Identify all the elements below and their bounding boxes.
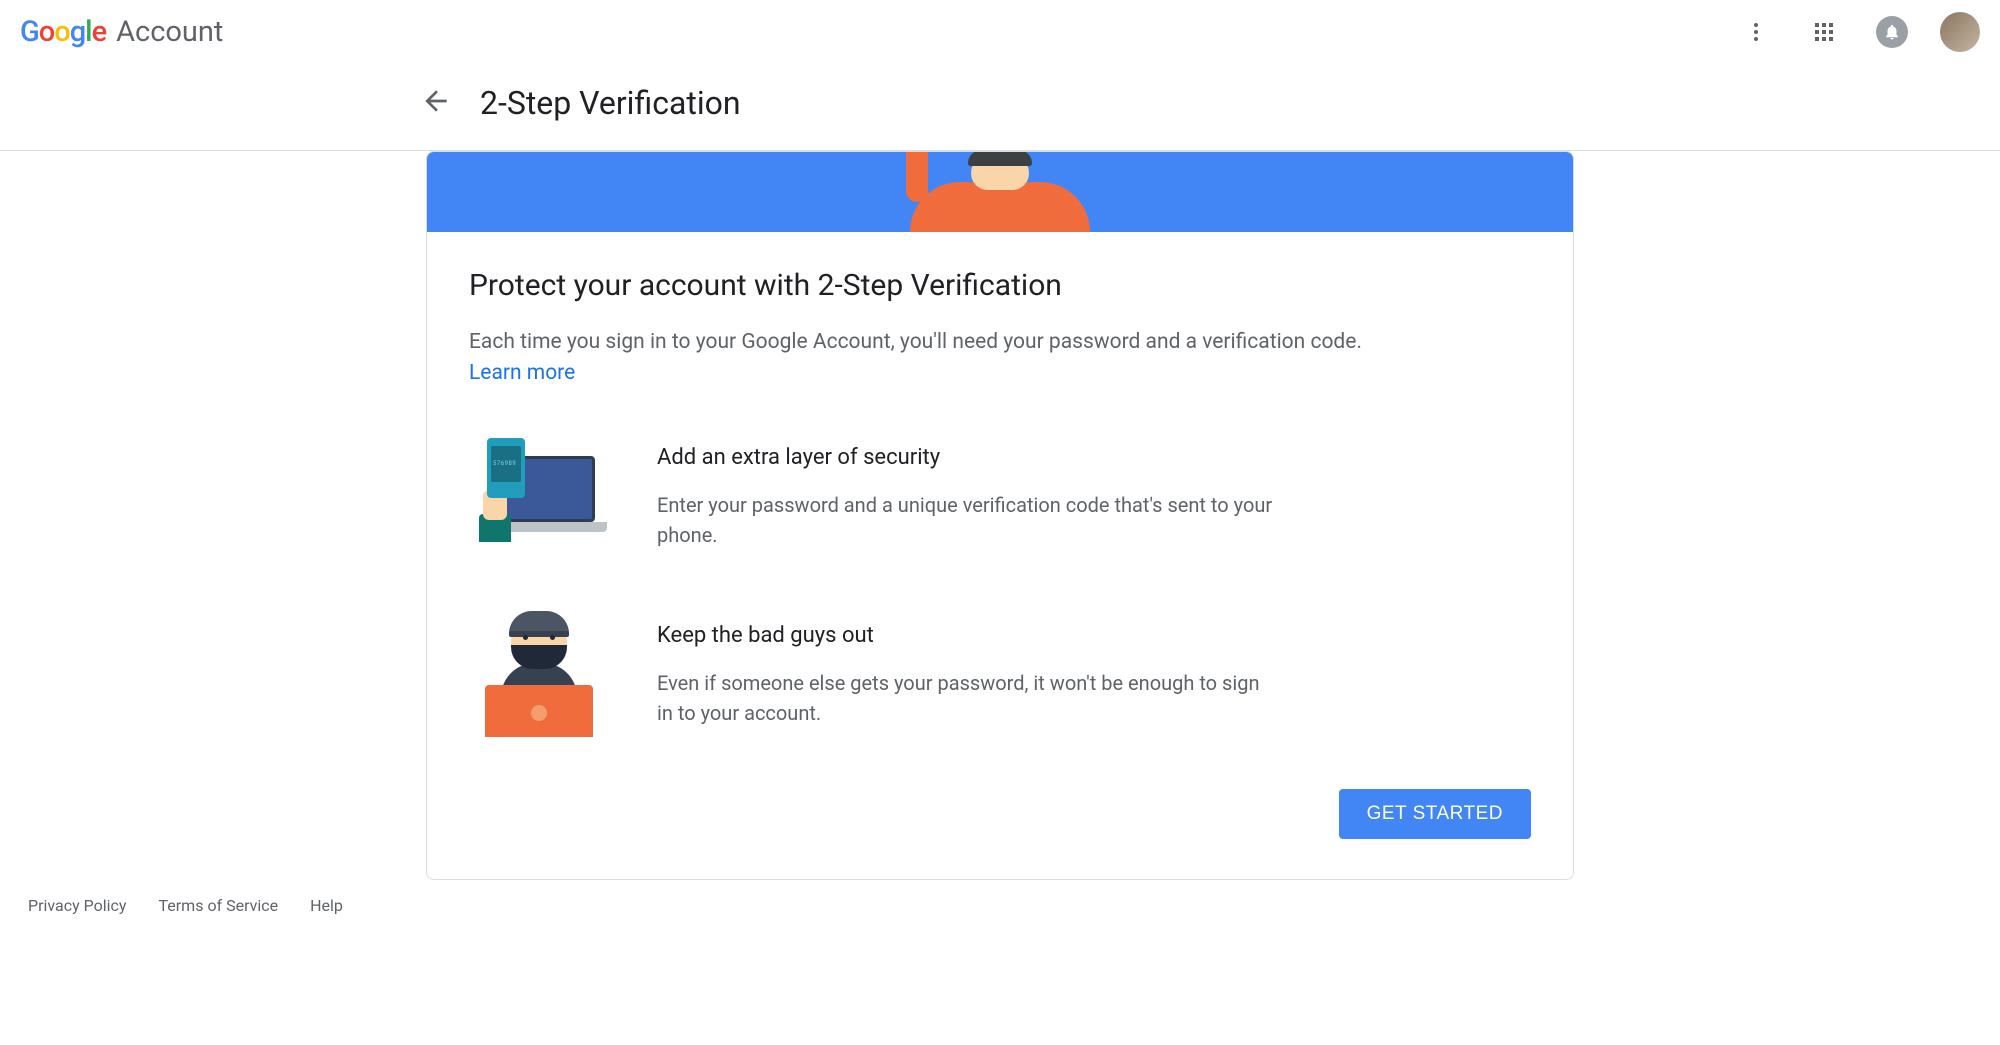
footer-terms-link[interactable]: Terms of Service — [159, 896, 279, 915]
header-left: Google Account — [20, 15, 223, 49]
verification-card: Protect your account with 2-Step Verific… — [426, 151, 1574, 880]
feature-description: Even if someone else gets your password,… — [657, 668, 1277, 728]
feature-text: Keep the bad guys out Even if someone el… — [657, 611, 1531, 728]
more-options-icon[interactable] — [1736, 12, 1776, 52]
apps-grid-icon[interactable] — [1804, 12, 1844, 52]
footer-links: Privacy Policy Terms of Service Help — [0, 880, 2000, 931]
sub-header: 2-Step Verification — [400, 64, 2000, 150]
footer-privacy-link[interactable]: Privacy Policy — [28, 896, 127, 915]
hero-banner — [427, 152, 1573, 232]
app-header: Google Account — [0, 0, 2000, 64]
back-arrow-icon[interactable] — [420, 85, 452, 121]
card-body: Protect your account with 2-Step Verific… — [427, 232, 1573, 879]
account-avatar[interactable] — [1940, 12, 1980, 52]
hero-illustration — [890, 152, 1110, 232]
feature-badguys: Keep the bad guys out Even if someone el… — [469, 611, 1531, 741]
header-right — [1736, 12, 1980, 52]
notifications-icon[interactable] — [1872, 12, 1912, 52]
content-area: Protect your account with 2-Step Verific… — [0, 151, 2000, 880]
page-title: 2-Step Verification — [480, 84, 741, 122]
feature-title: Keep the bad guys out — [657, 623, 1531, 648]
hacker-illustration — [469, 611, 609, 741]
card-footer: GET STARTED — [469, 741, 1531, 851]
get-started-button[interactable]: GET STARTED — [1339, 789, 1531, 839]
learn-more-link[interactable]: Learn more — [469, 361, 575, 385]
google-logo[interactable]: Google — [20, 15, 106, 49]
card-description: Each time you sign in to your Google Acc… — [469, 327, 1531, 359]
card-title: Protect your account with 2-Step Verific… — [469, 268, 1531, 303]
feature-text: Add an extra layer of security Enter you… — [657, 433, 1531, 550]
footer-help-link[interactable]: Help — [310, 896, 343, 915]
feature-description: Enter your password and a unique verific… — [657, 490, 1277, 550]
product-name: Account — [116, 15, 223, 49]
feature-security: 576989 Add an extra layer of security En… — [469, 433, 1531, 563]
phone-laptop-illustration: 576989 — [469, 433, 609, 563]
feature-title: Add an extra layer of security — [657, 445, 1531, 470]
